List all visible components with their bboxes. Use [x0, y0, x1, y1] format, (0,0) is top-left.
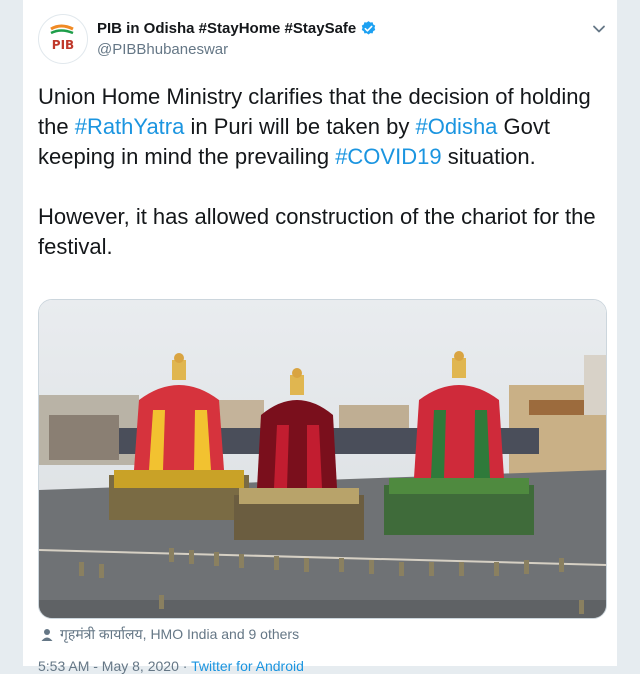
pib-logo-icon: PIB [39, 15, 87, 63]
profile-avatar[interactable]: PIB [38, 14, 88, 64]
rath-yatra-photo [39, 300, 606, 618]
verified-badge-icon [362, 21, 376, 35]
hashtag-link[interactable]: #Odisha [415, 114, 497, 139]
tweet-timestamp[interactable]: 5:53 AM - May 8, 2020 [38, 658, 179, 674]
person-icon [41, 628, 53, 641]
hashtag-link[interactable]: #RathYatra [75, 114, 185, 139]
tweet-source[interactable]: Twitter for Android [191, 658, 304, 674]
tweet-photo[interactable] [38, 299, 607, 619]
author-name-row[interactable]: PIB in Odisha #StayHome #StaySafe [97, 20, 377, 37]
meta-separator: · [182, 658, 188, 674]
hashtag-link[interactable]: #COVID19 [335, 144, 441, 169]
tweet-text-segment: situation. [441, 144, 536, 169]
tweet-paragraph-1: Union Home Ministry clarifies that the d… [38, 82, 608, 172]
svg-text:PIB: PIB [52, 38, 74, 52]
tweet-paragraph-2: However, it has allowed construction of … [38, 204, 596, 259]
tweet-meta: 5:53 AM - May 8, 2020 · Twitter for Andr… [38, 658, 304, 674]
tweet-text-segment: in Puri will be taken by [184, 114, 416, 139]
tweet-text: Union Home Ministry clarifies that the d… [38, 82, 608, 262]
display-name[interactable]: PIB in Odisha #StayHome #StaySafe [97, 20, 356, 37]
chevron-down-icon[interactable] [590, 20, 608, 38]
tagged-people[interactable]: गृहमंत्री कार्यालय, HMO India and 9 othe… [40, 625, 299, 644]
tagged-people-text[interactable]: गृहमंत्री कार्यालय, HMO India and 9 othe… [60, 625, 299, 644]
author-handle[interactable]: @PIBBhubaneswar [97, 41, 228, 58]
